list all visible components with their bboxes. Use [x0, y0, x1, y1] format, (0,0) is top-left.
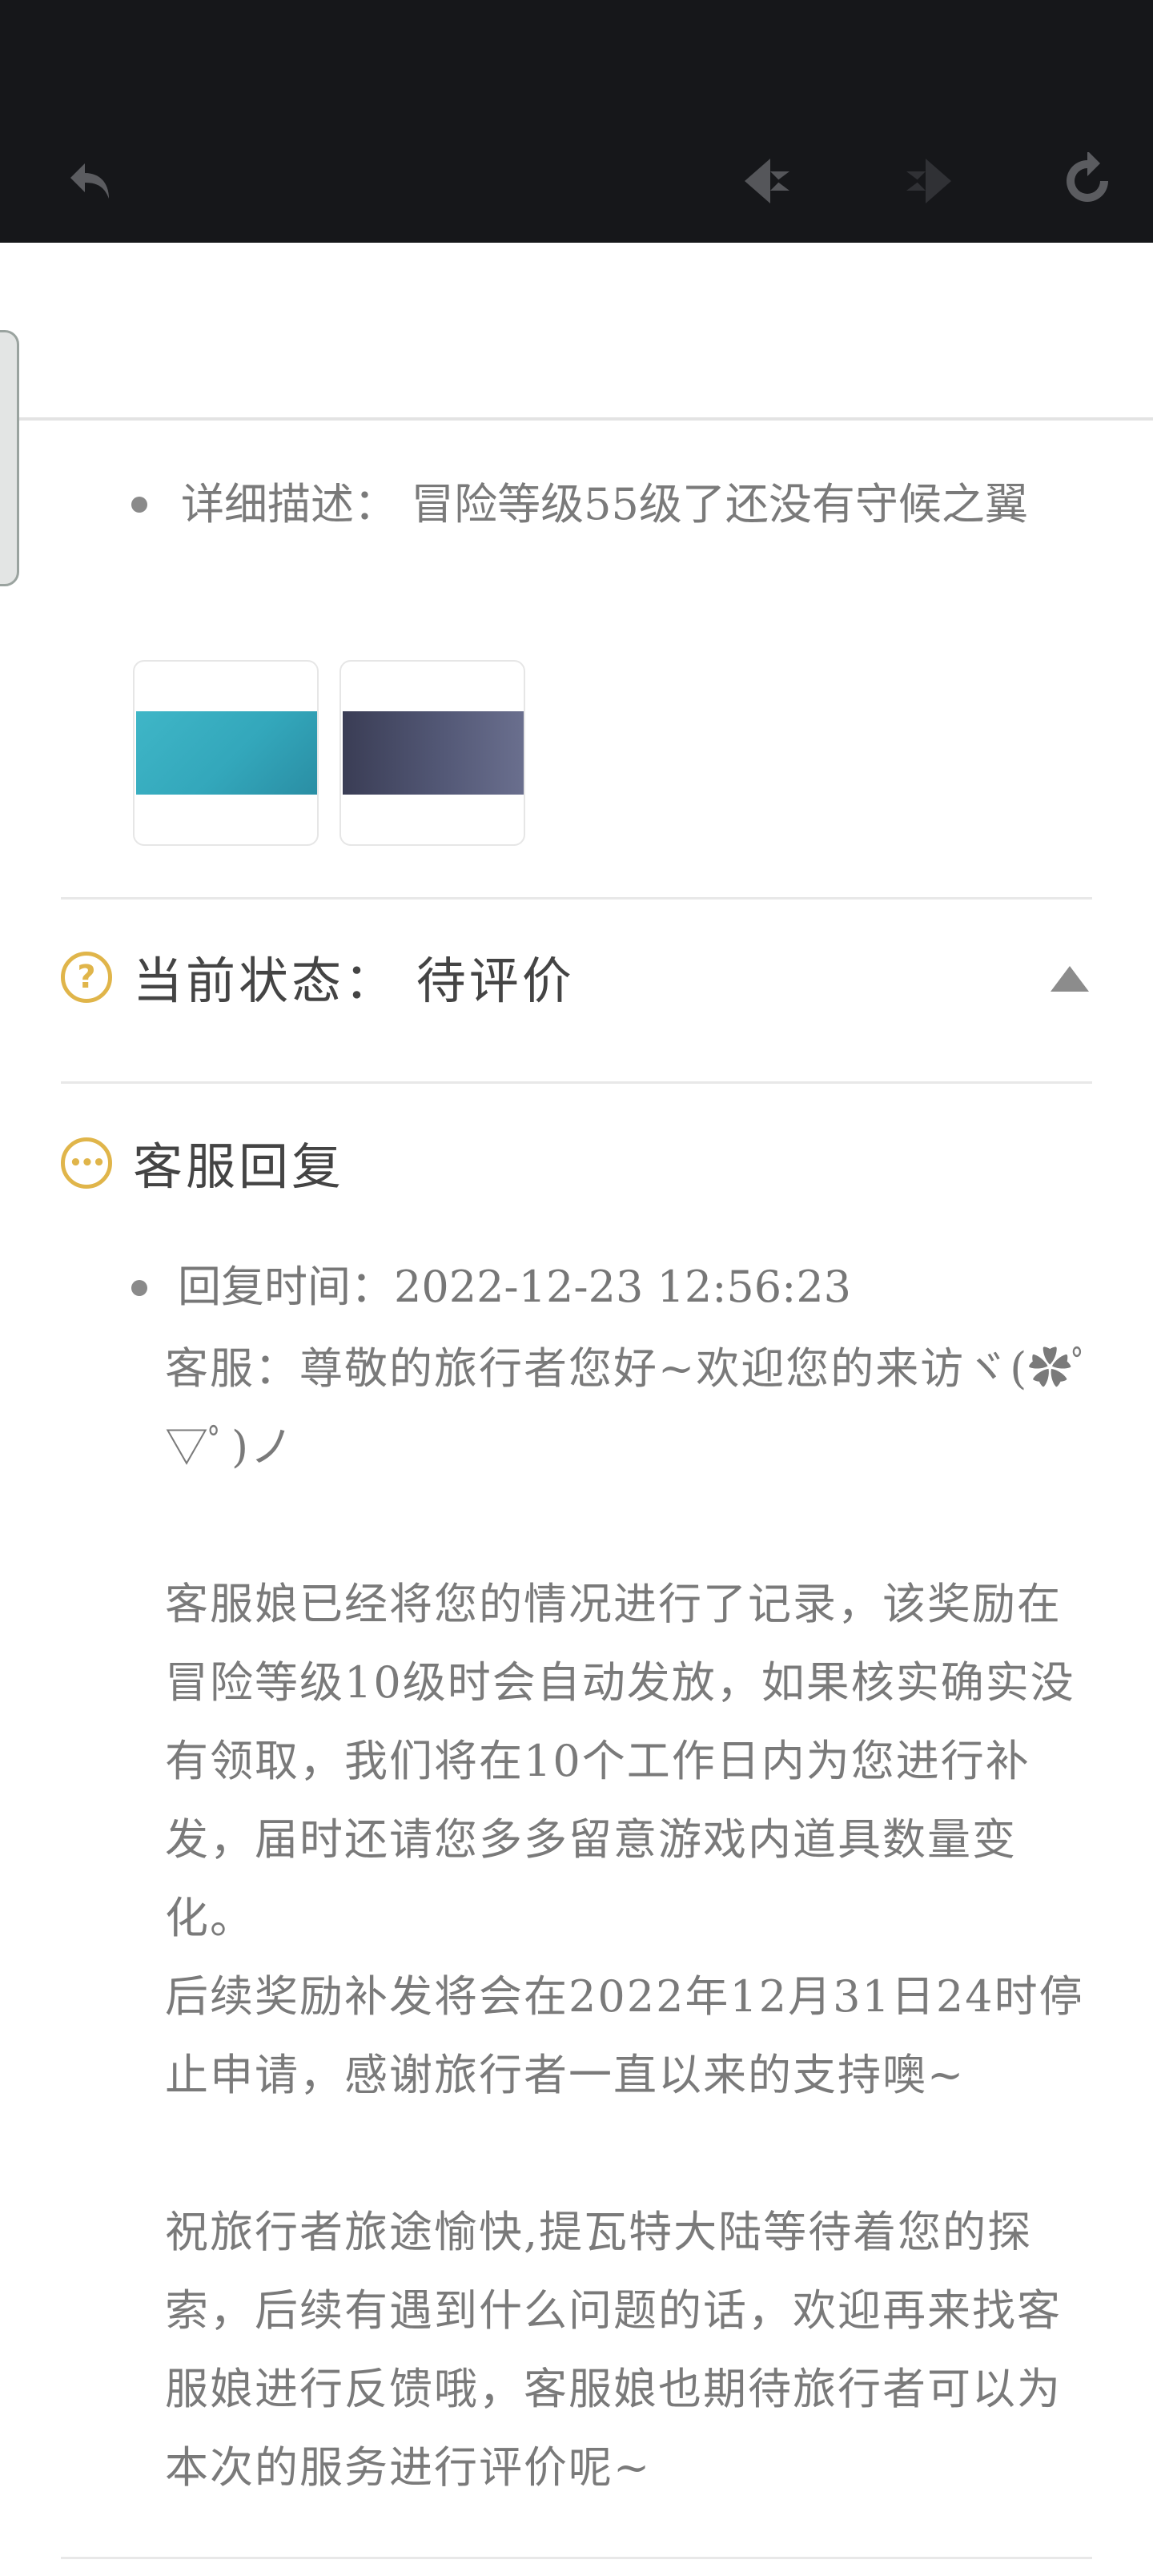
- screenshot-image: [136, 711, 317, 795]
- prev-icon[interactable]: [735, 149, 799, 213]
- reply-time-label: 回复时间：: [178, 1262, 394, 1312]
- thumbnail-2[interactable]: [339, 660, 525, 846]
- page-header: [0, 243, 1153, 421]
- divider: [61, 897, 1092, 900]
- side-drawer-handle[interactable]: [0, 330, 19, 586]
- detail-label: 详细描述：: [181, 479, 397, 529]
- reply-time-value: 2022-12-23 12:56:23: [394, 1262, 852, 1312]
- reply-line-1: 客服：尊敬的旅行者您好~欢迎您的来访ヾ(✿ﾟ▽ﾟ)ノ: [165, 1343, 1095, 1472]
- attachment-thumbnails: [133, 660, 525, 846]
- more-dots-icon: •••: [61, 1137, 112, 1189]
- divider: [61, 1081, 1092, 1084]
- reply-time: 回复时间：2022-12-23 12:56:23: [131, 1251, 852, 1323]
- detail-description: 详细描述： 冒险等级55级了还没有守候之翼: [131, 465, 1094, 545]
- reply-body: 客服：尊敬的旅行者您好~欢迎您的来访ヾ(✿ﾟ▽ﾟ)ノ 客服娘已经将您的情况进行了…: [165, 1330, 1095, 2507]
- refresh-icon[interactable]: [1055, 149, 1119, 213]
- back-arrow-icon[interactable]: [58, 149, 122, 213]
- reply-header: ••• 客服回复: [61, 1131, 1092, 1211]
- bullet-dot: [131, 1280, 147, 1296]
- status-text: 当前状态： 待评价: [133, 952, 575, 1010]
- status-value: 待评价: [416, 952, 575, 1010]
- thumbnail-1[interactable]: [133, 660, 319, 846]
- question-icon: ?: [61, 952, 112, 1003]
- status-row[interactable]: ? 当前状态： 待评价: [61, 945, 1092, 1025]
- reply-paragraph-3: 祝旅行者旅途愉快,提瓦特大陆等待着您的探索，后续有遇到什么问题的话，欢迎再来找客…: [165, 2207, 1062, 2493]
- detail-value: 冒险等级55级了还没有守候之翼: [411, 479, 1028, 529]
- divider: [61, 2557, 1092, 2559]
- screenshot-image: [343, 711, 524, 795]
- reply-title: 客服回复: [133, 1137, 345, 1196]
- bullet-dot: [131, 497, 147, 513]
- next-icon[interactable]: [897, 149, 961, 213]
- reply-paragraph-1: 客服娘已经将您的情况进行了记录，该奖励在冒险等级10级时会自动发放，如果核实确实…: [165, 1579, 1075, 1943]
- reply-paragraph-2: 后续奖励补发将会在2022年12月31日24时停止申请，感谢旅行者一直以来的支持…: [165, 1971, 1084, 2100]
- browser-toolbar: [0, 0, 1153, 243]
- collapse-triangle-icon[interactable]: [1047, 963, 1092, 995]
